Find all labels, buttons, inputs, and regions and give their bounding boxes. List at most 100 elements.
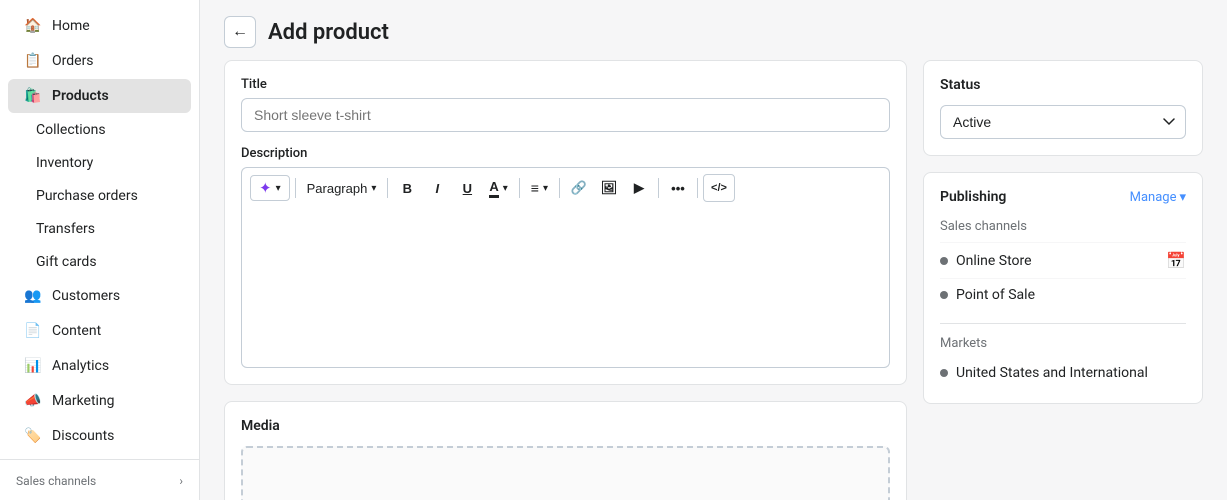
channel-point-of-sale-text: Point of Sale bbox=[956, 287, 1035, 303]
status-card: Status Active Draft bbox=[923, 60, 1203, 156]
title-label: Title bbox=[241, 77, 890, 92]
toolbar-separator-6 bbox=[697, 178, 698, 198]
left-column: Title Description ✦ ▾ Paragraph ▾ bbox=[224, 60, 907, 500]
text-color-chevron-icon: ▾ bbox=[503, 183, 508, 194]
sidebar-item-online-store[interactable]: 🌐 Online Store bbox=[8, 493, 191, 500]
link-icon: 🔗 bbox=[571, 180, 587, 196]
manage-label: Manage bbox=[1130, 190, 1177, 205]
title-input[interactable] bbox=[241, 98, 890, 132]
main-content: ← Add product Title Description ✦ ▾ bbox=[200, 0, 1227, 500]
sidebar-item-purchase-orders-label: Purchase orders bbox=[36, 188, 138, 204]
align-button[interactable]: ≡ ▾ bbox=[525, 174, 554, 202]
video-button[interactable]: ▶ bbox=[625, 174, 653, 202]
video-icon: ▶ bbox=[634, 180, 644, 196]
home-icon: 🏠 bbox=[24, 17, 42, 35]
text-color-button[interactable]: A ▾ bbox=[483, 174, 513, 202]
market-dot bbox=[940, 369, 948, 377]
channel-online-store-text: Online Store bbox=[956, 253, 1032, 269]
market-us-international-label: United States and International bbox=[956, 365, 1148, 381]
channel-online-store: Online Store 📅 bbox=[940, 242, 1186, 278]
sidebar-item-home-label: Home bbox=[52, 18, 90, 34]
sidebar-item-analytics-label: Analytics bbox=[52, 358, 109, 374]
sidebar-item-purchase-orders[interactable]: Purchase orders bbox=[8, 180, 191, 212]
manage-link[interactable]: Manage ▾ bbox=[1130, 190, 1186, 205]
bold-button[interactable]: B bbox=[393, 174, 421, 202]
sidebar-item-analytics[interactable]: 📊 Analytics bbox=[8, 349, 191, 383]
market-us-international: United States and International bbox=[940, 359, 1186, 387]
discounts-icon: 🏷️ bbox=[24, 427, 42, 445]
content-icon: 📄 bbox=[24, 322, 42, 340]
toolbar-separator-5 bbox=[658, 178, 659, 198]
sales-channels-title: Sales channels bbox=[940, 219, 1186, 234]
media-dropzone[interactable] bbox=[241, 446, 890, 500]
sidebar-item-inventory[interactable]: Inventory bbox=[8, 147, 191, 179]
customers-icon: 👥 bbox=[24, 287, 42, 305]
media-title: Media bbox=[241, 418, 890, 434]
toolbar-separator-2 bbox=[387, 178, 388, 198]
publishing-title: Publishing bbox=[940, 189, 1006, 205]
toolbar-separator-4 bbox=[559, 178, 560, 198]
underline-button[interactable]: U bbox=[453, 174, 481, 202]
sidebar-item-marketing[interactable]: 📣 Marketing bbox=[8, 384, 191, 418]
page-title: Add product bbox=[268, 20, 389, 45]
editor-toolbar: ✦ ▾ Paragraph ▾ B I bbox=[241, 167, 890, 208]
sidebar-item-products-label: Products bbox=[52, 88, 109, 104]
italic-icon: I bbox=[436, 181, 440, 196]
chevron-right-icon[interactable]: › bbox=[179, 474, 183, 488]
description-label: Description bbox=[241, 146, 890, 161]
sidebar-item-gift-cards-label: Gift cards bbox=[36, 254, 97, 270]
underline-icon: U bbox=[463, 181, 472, 196]
more-icon: ••• bbox=[671, 181, 685, 196]
paragraph-dropdown[interactable]: Paragraph ▾ bbox=[301, 174, 383, 202]
description-editor[interactable] bbox=[241, 208, 890, 368]
bold-icon: B bbox=[403, 181, 412, 196]
code-button[interactable]: </> bbox=[703, 174, 735, 202]
sidebar-item-customers-label: Customers bbox=[52, 288, 120, 304]
align-icon: ≡ bbox=[531, 180, 539, 196]
sidebar-item-transfers-label: Transfers bbox=[36, 221, 95, 237]
back-button[interactable]: ← bbox=[224, 16, 256, 48]
markets-title: Markets bbox=[940, 336, 1186, 351]
orders-icon: 📋 bbox=[24, 52, 42, 70]
ai-button[interactable]: ✦ ▾ bbox=[250, 175, 290, 201]
channel-point-of-sale-label: Point of Sale bbox=[940, 287, 1035, 303]
topbar: ← Add product bbox=[200, 0, 1227, 60]
code-icon: </> bbox=[711, 182, 727, 194]
channel-point-of-sale: Point of Sale bbox=[940, 278, 1186, 311]
sidebar-item-transfers[interactable]: Transfers bbox=[8, 213, 191, 245]
content-area: Title Description ✦ ▾ Paragraph ▾ bbox=[200, 60, 1227, 500]
sidebar-item-orders-label: Orders bbox=[52, 53, 94, 69]
sidebar-item-home[interactable]: 🏠 Home bbox=[8, 9, 191, 43]
italic-button[interactable]: I bbox=[423, 174, 451, 202]
sales-channels-section: Sales channels › bbox=[0, 466, 199, 492]
sidebar-item-gift-cards[interactable]: Gift cards bbox=[8, 246, 191, 278]
image-button[interactable]: 🖼 bbox=[595, 174, 623, 202]
publishing-card: Publishing Manage ▾ Sales channels Onlin… bbox=[923, 172, 1203, 404]
paragraph-label: Paragraph bbox=[307, 181, 368, 196]
sidebar-item-content[interactable]: 📄 Content bbox=[8, 314, 191, 348]
calendar-icon[interactable]: 📅 bbox=[1166, 251, 1186, 270]
sidebar-item-orders[interactable]: 📋 Orders bbox=[8, 44, 191, 78]
manage-chevron-icon: ▾ bbox=[1179, 190, 1186, 205]
publishing-divider bbox=[940, 323, 1186, 324]
back-icon: ← bbox=[232, 23, 248, 41]
publishing-header: Publishing Manage ▾ bbox=[940, 189, 1186, 205]
sidebar-item-content-label: Content bbox=[52, 323, 101, 339]
sidebar-item-customers[interactable]: 👥 Customers bbox=[8, 279, 191, 313]
sidebar-item-discounts[interactable]: 🏷️ Discounts bbox=[8, 419, 191, 453]
sidebar-item-inventory-label: Inventory bbox=[36, 155, 93, 171]
status-select[interactable]: Active Draft bbox=[940, 105, 1186, 139]
product-info-card: Title Description ✦ ▾ Paragraph ▾ bbox=[224, 60, 907, 385]
more-button[interactable]: ••• bbox=[664, 174, 692, 202]
sidebar-item-collections[interactable]: Collections bbox=[8, 114, 191, 146]
channel-dot-pos bbox=[940, 291, 948, 299]
sidebar-item-collections-label: Collections bbox=[36, 122, 106, 138]
description-section: Description ✦ ▾ Paragraph ▾ bbox=[241, 146, 890, 368]
sidebar-item-marketing-label: Marketing bbox=[52, 393, 115, 409]
align-chevron-icon: ▾ bbox=[543, 183, 548, 194]
sidebar-item-products[interactable]: 🛍️ Products bbox=[8, 79, 191, 113]
link-button[interactable]: 🔗 bbox=[565, 174, 593, 202]
text-color-icon: A bbox=[489, 179, 498, 198]
image-icon: 🖼 bbox=[601, 180, 618, 196]
sidebar-item-discounts-label: Discounts bbox=[52, 428, 114, 444]
